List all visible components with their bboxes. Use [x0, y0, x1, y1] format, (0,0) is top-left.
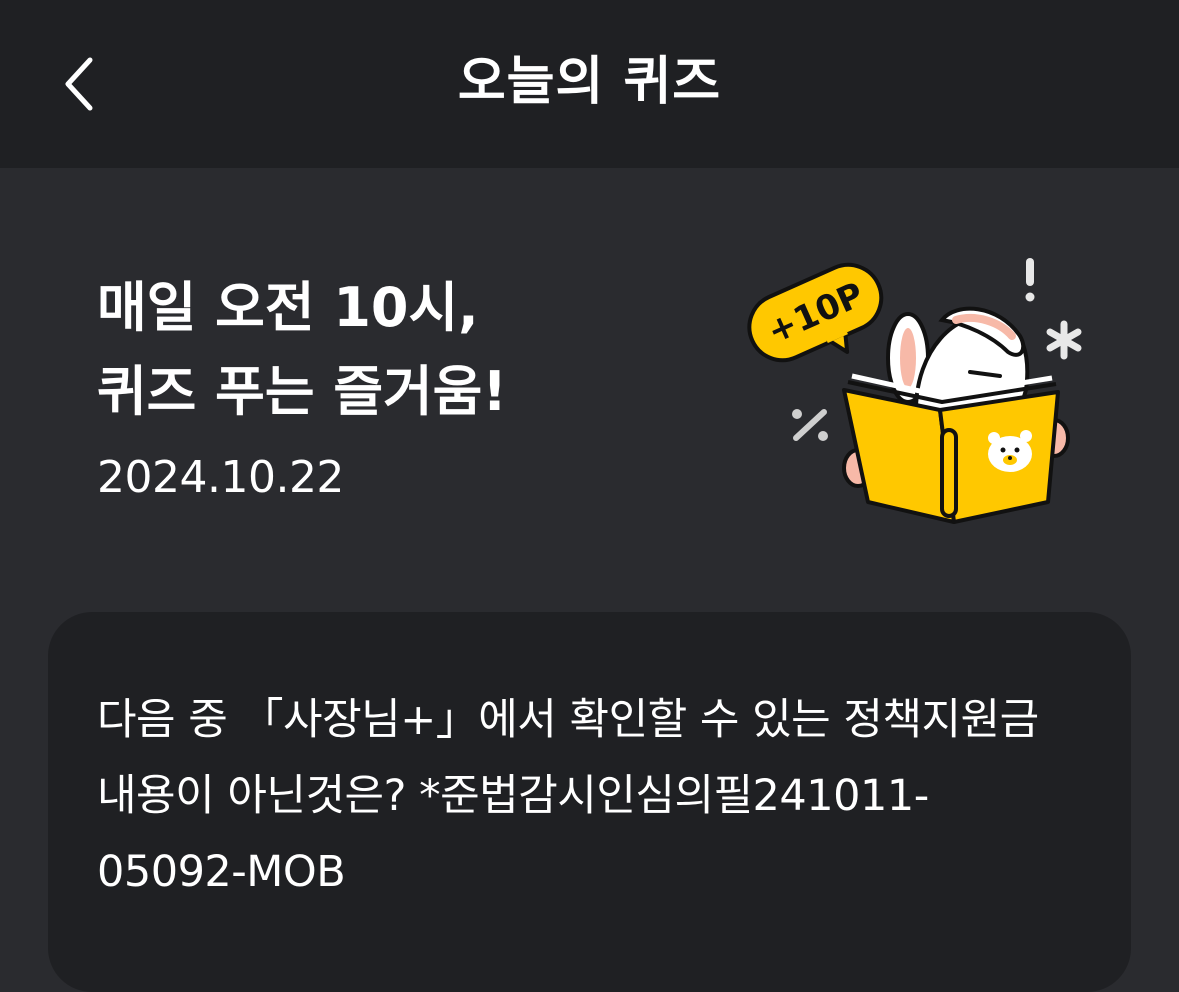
- page-title: 오늘의 퀴즈: [457, 52, 722, 112]
- hero-heading-line-2: 퀴즈 푸는 즐거움!: [97, 360, 507, 423]
- asterisk-icon: [1046, 320, 1082, 360]
- percent-icon: [792, 409, 828, 441]
- hero-heading: 매일 오전 10시, 퀴즈 푸는 즐거움!: [97, 266, 507, 434]
- hero-heading-line-1: 매일 오전 10시,: [97, 276, 479, 339]
- points-badge: +10P: [747, 262, 884, 363]
- quiz-date: 2024.10.22: [97, 452, 344, 503]
- bear-face-icon: [988, 430, 1032, 472]
- top-app-bar: 오늘의 퀴즈: [0, 0, 1179, 168]
- quiz-question: 다음 중 「사장님+」에서 확인할 수 있는 정책지원금 내용이 아닌것은? *…: [97, 695, 1039, 897]
- exclamation-icon: [1025, 258, 1035, 302]
- rabbit-reading-book-illustration: +10P: [747, 258, 1082, 524]
